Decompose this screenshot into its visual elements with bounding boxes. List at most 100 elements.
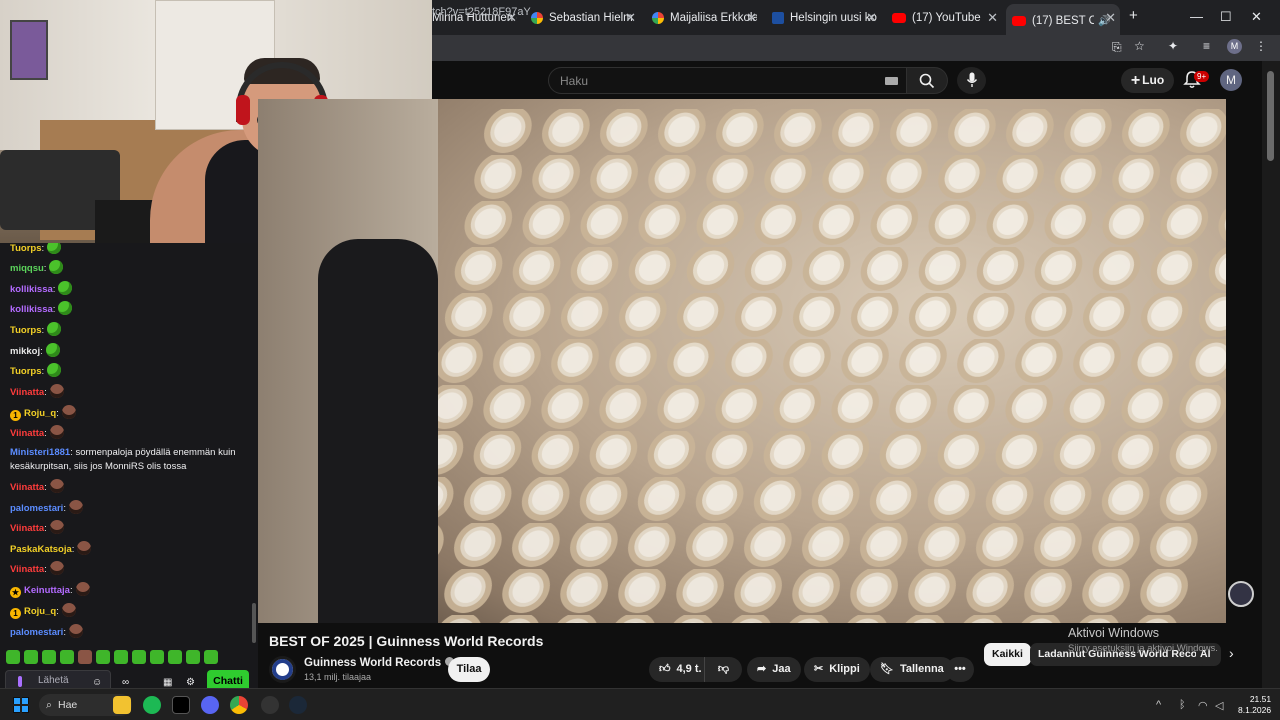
emote-icon[interactable]: [24, 650, 38, 664]
voice-search-button[interactable]: [957, 67, 986, 94]
save-button[interactable]: 🔖︎ Tallenna: [870, 657, 954, 682]
file-explorer-icon[interactable]: [113, 696, 131, 714]
subscribe-button[interactable]: Tilaa: [448, 657, 490, 682]
tab-maijaliisa[interactable]: Maijaliisa Erkkola - G ✕: [652, 7, 757, 29]
chat-username[interactable]: Tuorps: [10, 366, 42, 377]
chat-username[interactable]: Viinatta: [10, 523, 44, 534]
emote-icon[interactable]: [96, 650, 110, 664]
media-control-icon[interactable]: ≡: [1203, 39, 1210, 53]
tab-helsingin[interactable]: Helsingin uusi koke ✕: [772, 7, 877, 29]
emote-icon[interactable]: [114, 650, 128, 664]
chat-username[interactable]: Roju_q: [24, 408, 56, 419]
emote-icon[interactable]: [132, 650, 146, 664]
create-button[interactable]: + Luo: [1121, 68, 1174, 93]
chat-send-button[interactable]: Chatti: [207, 670, 249, 688]
emote-icon[interactable]: [186, 650, 200, 664]
page-scrollbar[interactable]: [1262, 61, 1280, 688]
frog-emote-icon[interactable]: [47, 243, 62, 254]
share-button[interactable]: ➦ Jaa: [747, 657, 801, 682]
maximize-icon[interactable]: ☐: [1220, 9, 1232, 25]
chat-username[interactable]: Viinatta: [10, 387, 44, 398]
channel-name[interactable]: Guinness World Records: [304, 657, 441, 669]
face-emote-icon[interactable]: [68, 500, 83, 514]
chat-username[interactable]: palomestari: [10, 503, 63, 514]
menu-kebab-icon[interactable]: ⋮: [1255, 39, 1267, 53]
chrome-icon[interactable]: [230, 696, 248, 714]
face-emote-icon[interactable]: [77, 541, 92, 555]
discord-icon[interactable]: [201, 696, 219, 714]
browser-profile-avatar[interactable]: M: [1227, 39, 1242, 54]
search-input[interactable]: Haku: [548, 67, 907, 94]
install-icon[interactable]: ⎘: [1112, 40, 1122, 55]
minimize-icon[interactable]: —: [1190, 9, 1203, 24]
bookmark-star-icon[interactable]: ☆: [1134, 39, 1145, 53]
tab-youtube[interactable]: (17) YouTube ✕: [892, 7, 998, 29]
emote-icon[interactable]: [168, 650, 182, 664]
emote-icon[interactable]: [150, 650, 164, 664]
spotify-icon[interactable]: [143, 696, 161, 714]
windows-start-icon[interactable]: [13, 697, 29, 713]
frog-emote-icon[interactable]: [47, 363, 62, 377]
x-app-icon[interactable]: [172, 696, 190, 714]
chat-username[interactable]: Viinatta: [10, 428, 44, 439]
frog-emote-icon[interactable]: [45, 343, 60, 357]
chat-username[interactable]: Viinatta: [10, 564, 44, 575]
search-button[interactable]: [907, 67, 948, 94]
close-icon[interactable]: ✕: [866, 10, 877, 26]
channel-avatar[interactable]: [269, 656, 296, 683]
steam-icon[interactable]: [289, 696, 307, 714]
chat-username[interactable]: Ministeri1881: [10, 447, 70, 458]
obs-icon[interactable]: [261, 696, 279, 714]
sub-badge-icon[interactable]: 1: [10, 410, 21, 421]
emote-icon[interactable]: [6, 650, 20, 664]
chat-username[interactable]: Tuorps: [10, 325, 42, 336]
face-emote-icon[interactable]: [61, 405, 76, 419]
frog-emote-icon[interactable]: [58, 281, 73, 295]
new-tab-icon[interactable]: +: [1129, 7, 1138, 24]
channel-watermark-icon[interactable]: [1228, 581, 1254, 607]
wifi-icon[interactable]: ◠: [1198, 699, 1208, 712]
face-emote-icon[interactable]: [61, 603, 76, 617]
chat-username[interactable]: Viinatta: [10, 482, 44, 493]
frog-emote-icon[interactable]: [47, 322, 62, 336]
face-emote-icon[interactable]: [49, 520, 64, 534]
close-icon[interactable]: ✕: [746, 10, 757, 26]
taskbar-clock[interactable]: 21.51 8.1.2026: [1238, 694, 1271, 716]
tab-sebastian[interactable]: Sebastian Hielm - G ✕: [531, 7, 636, 29]
emote-icon[interactable]: [204, 650, 218, 664]
tab-best-of-2025[interactable]: (17) BEST OF 202 🔊 ✕: [1006, 4, 1120, 35]
volume-icon[interactable]: ◁: [1215, 699, 1223, 712]
chat-username[interactable]: PaskaKatsoja: [10, 544, 72, 555]
face-emote-icon[interactable]: [49, 479, 64, 493]
channel-name-row[interactable]: Guinness World Records: [304, 657, 455, 669]
extensions-icon[interactable]: ✦: [1168, 39, 1178, 53]
frog-emote-icon[interactable]: [58, 301, 73, 315]
chat-scrollbar[interactable]: [252, 603, 256, 643]
face-emote-icon[interactable]: [49, 384, 64, 398]
address-bar[interactable]: [432, 35, 1280, 61]
chevron-right-icon[interactable]: ›: [1229, 645, 1234, 661]
emote-picker-icon[interactable]: ☺: [92, 677, 102, 688]
sub-badge-icon[interactable]: 1: [10, 608, 21, 619]
close-icon[interactable]: ✕: [625, 10, 636, 26]
window-close-icon[interactable]: ✕: [1251, 9, 1262, 25]
chat-username[interactable]: palomestari: [10, 627, 63, 638]
stats-icon[interactable]: ▦: [163, 677, 172, 688]
face-emote-icon[interactable]: [68, 624, 83, 638]
points-icon[interactable]: ∞: [122, 677, 129, 688]
clip-button[interactable]: ✂ Klippi: [804, 657, 870, 682]
frog-emote-icon[interactable]: [49, 260, 64, 274]
close-icon[interactable]: ✕: [987, 10, 998, 26]
emote-icon[interactable]: [42, 650, 56, 664]
chat-username[interactable]: Roju_q: [24, 606, 56, 617]
url-text[interactable]: tch?v=t25218F97aY: [432, 6, 531, 18]
bluetooth-icon[interactable]: ᛒ: [1179, 699, 1186, 711]
chat-username[interactable]: Tuorps: [10, 243, 42, 254]
settings-gear-icon[interactable]: ⚙: [186, 677, 195, 688]
sub-badge-icon[interactable]: ★: [10, 587, 21, 598]
face-emote-icon[interactable]: [75, 582, 90, 596]
chat-username[interactable]: kollikissa: [10, 304, 53, 315]
emote-icon[interactable]: [60, 650, 74, 664]
dislike-button[interactable]: 👎︎: [704, 657, 742, 682]
video-player[interactable]: [258, 99, 1226, 623]
